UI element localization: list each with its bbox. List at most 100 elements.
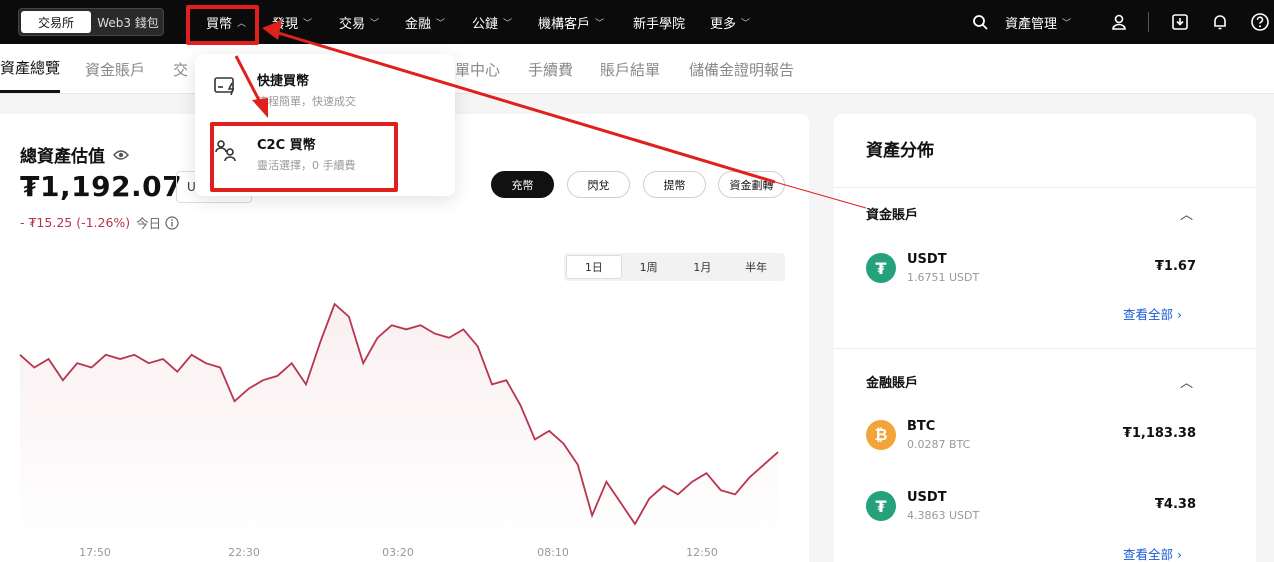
asset-value-chart: 17:50 22:30 03:20 08:10 12:50: [19, 302, 779, 559]
chevron-down-icon: ﹀: [303, 18, 313, 29]
asset-row[interactable]: ₮ USDT 4.3863 USDT ₮4.38: [866, 490, 1196, 525]
chevron-up-icon[interactable]: ︿: [1180, 372, 1193, 391]
range-1w[interactable]: 1周: [622, 255, 676, 279]
tab-asset-overview[interactable]: 資產總覽: [0, 44, 61, 93]
chevron-up-icon[interactable]: ︿: [1180, 204, 1193, 223]
divider: [834, 348, 1256, 349]
asset-name: USDT: [907, 252, 947, 267]
nav-label: 機構客戶: [538, 16, 591, 32]
asset-name: USDT: [907, 490, 947, 505]
transfer-button[interactable]: 資金劃轉: [718, 171, 785, 198]
divider: [834, 187, 1256, 188]
today-pnl: - ₮15.25 (-1.26%) 今日: [20, 213, 179, 232]
menu-item-subtitle: 流程簡單，快速成交: [257, 95, 356, 108]
nav-label: 交易: [339, 16, 366, 32]
nav-chain[interactable]: 公鏈 ﹀: [472, 0, 512, 44]
bitcoin-icon: ₿: [866, 420, 896, 450]
chevron-down-icon: ﹀: [1062, 18, 1072, 29]
tab-order-center[interactable]: 單中心: [455, 44, 500, 94]
nav-buy-crypto[interactable]: 買幣 ︿: [206, 0, 246, 44]
tab-statements[interactable]: 賬戶結單: [600, 44, 660, 94]
chevron-down-icon: ﹀: [595, 18, 605, 29]
bell-icon[interactable]: [1208, 10, 1232, 34]
nav-asset-management[interactable]: 資產管理 ﹀: [1005, 0, 1071, 44]
card-flash-icon: [213, 74, 241, 102]
asset-row[interactable]: ₮ USDT 1.6751 USDT ₮1.67: [866, 252, 1196, 287]
time-range-selector: 1日 1周 1月 半年: [564, 253, 785, 281]
nav-academy[interactable]: 新手學院: [633, 0, 685, 44]
tab-fees[interactable]: 手續費: [528, 44, 573, 94]
section-finance-title: 金融賬戶: [866, 376, 919, 391]
nav-finance[interactable]: 金融 ﹀: [405, 0, 445, 44]
menu-item-subtitle: 靈活選擇，0 手續費: [257, 159, 356, 172]
section-funding-title: 資金賬戶: [866, 208, 919, 223]
chevron-down-icon: ﹀: [436, 18, 446, 29]
asset-row[interactable]: ₿ BTC 0.0287 BTC ₮1,183.38: [866, 419, 1196, 454]
distribution-title: 資產分佈: [866, 141, 934, 161]
nav-label: 新手學院: [633, 16, 686, 32]
buy-crypto-dropdown: 快捷買幣 流程簡單，快速成交 C2C 買幣 靈活選擇，0 手續費: [195, 54, 455, 196]
chevron-down-icon: ﹀: [503, 18, 513, 29]
nav-more[interactable]: 更多 ﹀: [710, 0, 750, 44]
view-all-funding-link[interactable]: 查看全部 ›: [1123, 304, 1182, 323]
tether-icon: ₮: [866, 491, 896, 521]
asset-value: ₮4.38: [1154, 497, 1196, 512]
tab-proof-of-reserves[interactable]: 儲備金證明報告: [689, 44, 794, 94]
x-tick-label: 08:10: [537, 546, 569, 559]
eye-icon[interactable]: [113, 149, 129, 161]
nav-label: 金融: [405, 16, 432, 32]
menu-item-title: C2C 買幣: [257, 138, 316, 153]
asset-name: BTC: [907, 419, 936, 434]
account-subnav: 資產總覽 資金賬戶 交 單中心 手續費 賬戶結單 儲備金證明報告: [0, 44, 1274, 94]
help-icon[interactable]: [1248, 10, 1272, 34]
menu-item-title: 快捷買幣: [257, 74, 310, 89]
menu-item-quick-buy[interactable]: 快捷買幣 流程簡單，快速成交: [213, 70, 356, 109]
nav-label: 資產管理: [1005, 16, 1058, 32]
deposit-button[interactable]: 充幣: [491, 171, 554, 198]
withdraw-button[interactable]: 提幣: [643, 171, 706, 198]
nav-discover[interactable]: 發現 ﹀: [272, 0, 312, 44]
chevron-down-icon: ﹀: [370, 18, 380, 29]
asset-value: ₮1,183.38: [1122, 426, 1196, 441]
nav-institutional[interactable]: 機構客戶 ﹀: [538, 0, 604, 44]
view-all-finance-link[interactable]: 查看全部 ›: [1123, 544, 1182, 562]
total-estimate-label: 總資產估值: [20, 142, 129, 167]
asset-amount: 4.3863 USDT: [907, 509, 980, 522]
chevron-down-icon: ﹀: [741, 18, 751, 29]
top-nav: 交易所 Web3 錢包 買幣 ︿ 發現 ﹀ 交易 ﹀ 金融 ﹀ 公鏈 ﹀ 機構客戶 ﹀ 新手…: [0, 0, 1274, 44]
pnl-value: - ₮15.25 (-1.26%): [20, 215, 131, 230]
asset-amount: 1.6751 USDT: [907, 271, 980, 284]
asset-amount: 0.0287 BTC: [907, 438, 971, 451]
nav-label: 買幣: [206, 16, 233, 32]
tab-trading-account[interactable]: 交: [173, 44, 188, 94]
c2c-users-icon: [213, 138, 241, 166]
tether-icon: ₮: [866, 253, 896, 283]
total-estimate-title: 總資產估值: [20, 147, 105, 167]
download-icon[interactable]: [1168, 10, 1192, 34]
x-tick-label: 03:20: [382, 546, 414, 559]
range-6m[interactable]: 半年: [729, 255, 783, 279]
menu-item-c2c-buy[interactable]: C2C 買幣 靈活選擇，0 手續費: [213, 134, 356, 173]
env-switch: 交易所 Web3 錢包: [18, 8, 164, 36]
nav-label: 發現: [272, 16, 299, 32]
x-tick-label: 22:30: [228, 546, 260, 559]
x-tick-label: 12:50: [686, 546, 718, 559]
env-exchange-tab[interactable]: 交易所: [21, 11, 91, 33]
range-1m[interactable]: 1月: [676, 255, 730, 279]
nav-trade[interactable]: 交易 ﹀: [339, 0, 379, 44]
info-icon[interactable]: [165, 215, 179, 230]
tab-funding-account[interactable]: 資金賬戶: [85, 44, 145, 94]
nav-divider: [1148, 12, 1149, 32]
search-icon[interactable]: [968, 10, 992, 34]
env-web3-tab[interactable]: Web3 錢包: [93, 9, 163, 35]
asset-value: ₮1.67: [1154, 259, 1196, 274]
user-icon[interactable]: [1107, 10, 1131, 34]
range-1d[interactable]: 1日: [566, 255, 622, 279]
chart-area: [20, 304, 778, 544]
chevron-up-icon: ︿: [237, 18, 247, 29]
nav-label: 公鏈: [472, 16, 499, 32]
total-value: ₮1,192.07: [20, 170, 183, 203]
pnl-period: 今日: [136, 216, 162, 231]
x-tick-label: 17:50: [79, 546, 111, 559]
convert-button[interactable]: 閃兌: [567, 171, 630, 198]
